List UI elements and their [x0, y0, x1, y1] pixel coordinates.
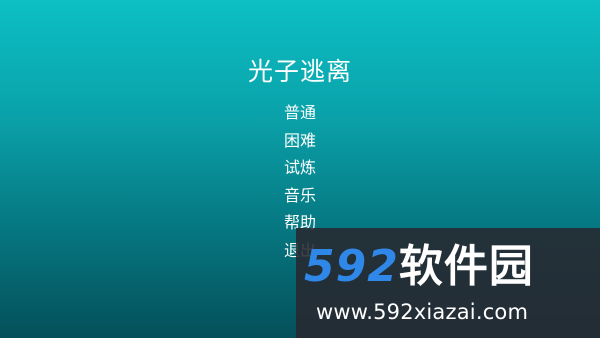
menu-item-trial[interactable]: 试炼 — [0, 154, 600, 182]
menu-item-normal[interactable]: 普通 — [0, 99, 600, 127]
menu-item-music[interactable]: 音乐 — [0, 182, 600, 210]
game-title: 光子逃离 — [247, 57, 352, 86]
watermark-logo-text: 软件园 — [398, 241, 534, 292]
watermark-logo: 592软件园 — [304, 242, 534, 292]
menu-item-hard[interactable]: 困难 — [0, 127, 600, 155]
site-watermark: 592软件园 www.592xiazai.com — [296, 228, 600, 338]
watermark-logo-number: 592 — [304, 241, 399, 292]
game-screen: 光子逃离 普通 困难 试炼 音乐 帮助 退出 592软件园 www.592xia… — [0, 0, 600, 338]
watermark-url: www.592xiazai.com — [316, 300, 529, 324]
